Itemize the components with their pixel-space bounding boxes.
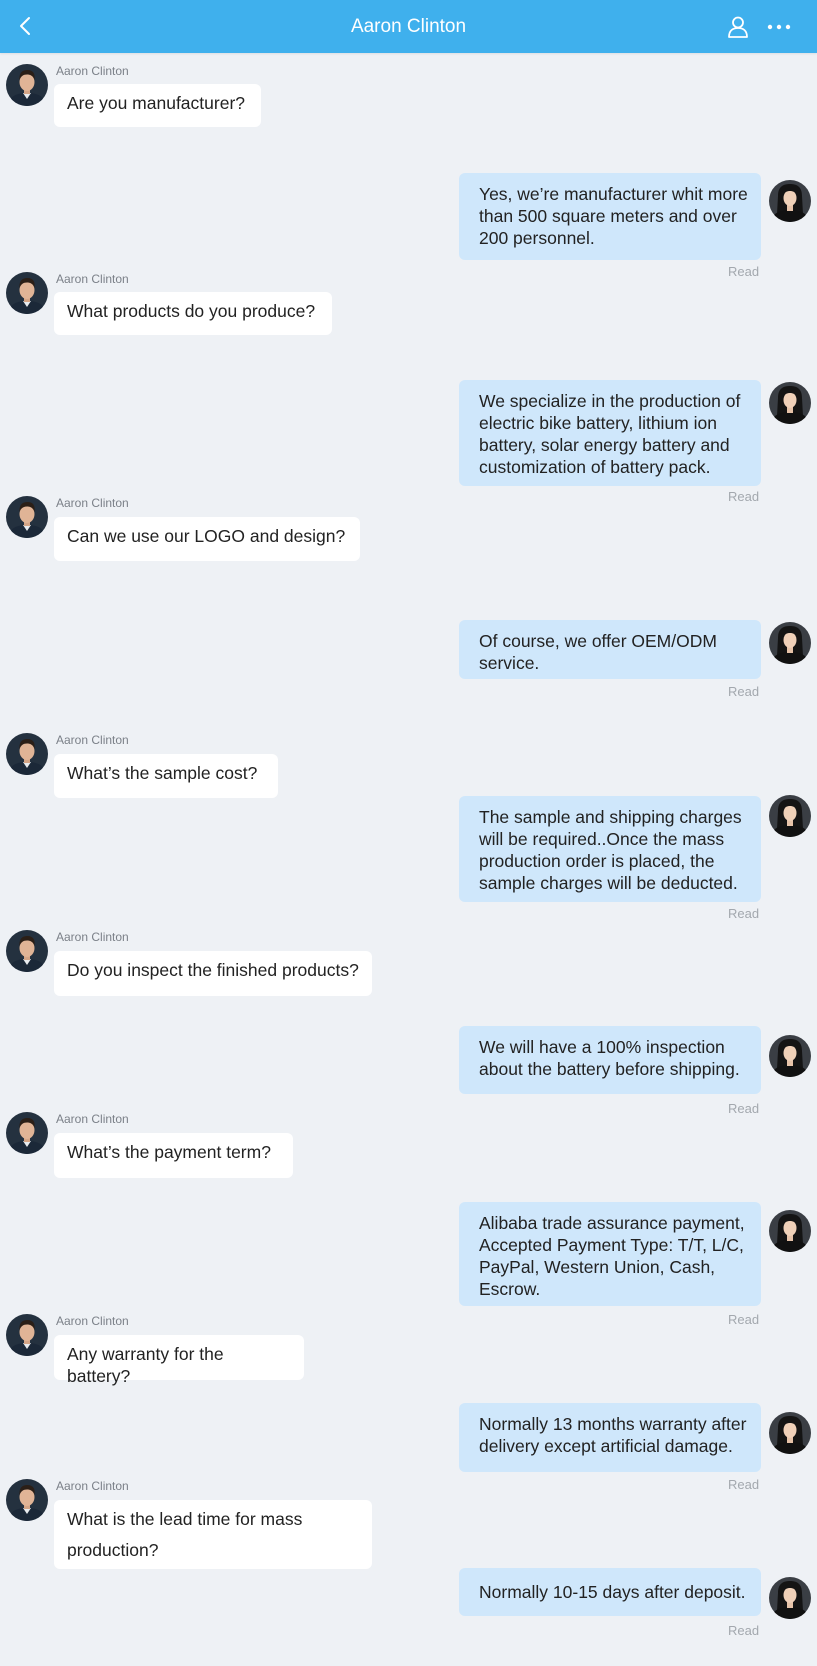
message-bubble[interactable]: What’s the sample cost? (54, 754, 278, 798)
sender-name: Aaron Clinton (56, 1112, 129, 1126)
my-avatar[interactable] (769, 382, 811, 424)
my-avatar[interactable] (769, 622, 811, 664)
read-receipt: Read (728, 489, 760, 504)
message-bubble[interactable]: Any warranty for the battery? (54, 1335, 304, 1386)
sender-name: Aaron Clinton (56, 930, 129, 944)
contact-avatar[interactable] (6, 272, 48, 314)
message-bubble[interactable]: The sample and shipping charges will be … (459, 796, 761, 902)
my-avatar[interactable] (769, 1035, 811, 1077)
contact-avatar[interactable] (6, 496, 48, 538)
my-avatar[interactable] (769, 180, 811, 222)
my-avatar[interactable] (769, 1210, 811, 1252)
message-bubble[interactable]: Do you inspect the finished products? (54, 951, 372, 996)
my-avatar[interactable] (769, 1412, 811, 1454)
user-profile-icon[interactable] (725, 14, 751, 40)
message-bubble[interactable]: Alibaba trade assurance payment, Accepte… (459, 1202, 761, 1306)
read-receipt: Read (728, 1477, 760, 1492)
contact-avatar[interactable] (6, 733, 48, 775)
read-receipt: Read (728, 684, 760, 699)
message-bubble[interactable]: Normally 13 months warranty after delive… (459, 1403, 761, 1472)
my-avatar[interactable] (769, 1577, 811, 1619)
contact-avatar[interactable] (6, 64, 48, 106)
contact-avatar[interactable] (6, 1112, 48, 1154)
message-bubble[interactable]: We will have a 100% inspection about the… (459, 1026, 761, 1094)
message-bubble[interactable]: Of course, we offer OEM/ODM service. (459, 620, 761, 679)
read-receipt: Read (728, 264, 760, 279)
more-dots-icon[interactable] (764, 14, 794, 40)
my-avatar[interactable] (769, 795, 811, 837)
read-receipt: Read (728, 1312, 760, 1327)
message-bubble[interactable]: Can we use our LOGO and design? (54, 517, 360, 561)
chat-header: Aaron Clinton (0, 0, 817, 53)
message-bubble[interactable]: We specialize in the production of elect… (459, 380, 761, 486)
contact-avatar[interactable] (6, 1314, 48, 1356)
sender-name: Aaron Clinton (56, 496, 129, 510)
message-bubble[interactable]: What’s the payment term? (54, 1133, 293, 1178)
read-receipt: Read (728, 1623, 760, 1638)
message-bubble[interactable]: Normally 10-15 days after deposit. (459, 1568, 761, 1616)
sender-name: Aaron Clinton (56, 1314, 129, 1328)
message-bubble[interactable]: What products do you produce? (54, 292, 332, 335)
message-bubble[interactable]: Are you manufacturer? (54, 84, 261, 127)
message-bubble[interactable]: Yes, we’re manufacturer whit more than 5… (459, 173, 761, 260)
message-bubble[interactable]: What is the lead time for mass productio… (54, 1500, 372, 1569)
sender-name: Aaron Clinton (56, 64, 129, 78)
read-receipt: Read (728, 1101, 760, 1116)
sender-name: Aaron Clinton (56, 1479, 129, 1493)
contact-avatar[interactable] (6, 930, 48, 972)
sender-name: Aaron Clinton (56, 272, 129, 286)
sender-name: Aaron Clinton (56, 733, 129, 747)
read-receipt: Read (728, 906, 760, 921)
contact-avatar[interactable] (6, 1479, 48, 1521)
chat-title: Aaron Clinton (350, 16, 467, 37)
